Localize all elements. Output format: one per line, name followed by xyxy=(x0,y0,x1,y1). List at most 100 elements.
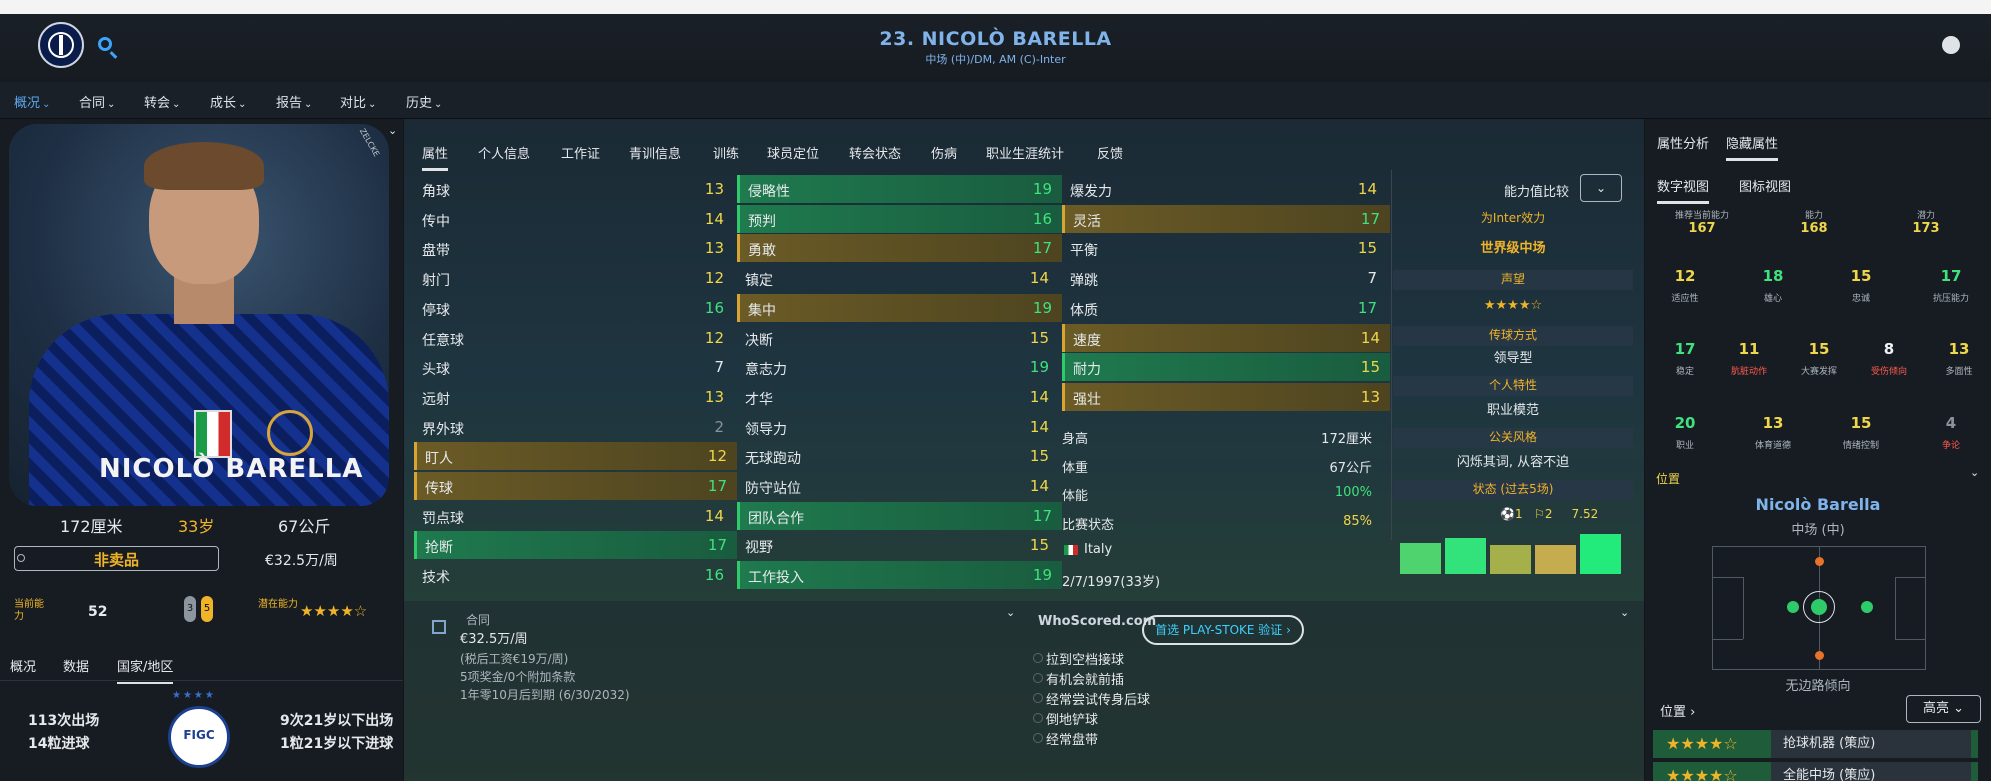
attribute-row: 头球 7 xyxy=(414,353,734,381)
help-icon[interactable] xyxy=(1942,36,1960,54)
photo-tag: ZELCKE xyxy=(357,126,382,159)
attribute-value: 13 xyxy=(704,239,724,258)
attribute-name: 侵略性 xyxy=(748,184,790,200)
position-dot xyxy=(1787,601,1799,613)
tab-icon-view[interactable]: 图标视图 xyxy=(1739,176,1791,195)
attribute-row: 耐力 15 xyxy=(1062,353,1390,382)
chevron-down-icon[interactable]: ⌄ xyxy=(388,124,397,137)
inter-badge-icon xyxy=(267,410,313,456)
pill-a: 3 xyxy=(184,596,196,622)
trait-item: 拉到空档接球 xyxy=(1032,649,1124,668)
hidden-attribute: 15 忠诚 xyxy=(1830,267,1892,304)
ability-value: 168 xyxy=(1800,221,1828,236)
attribute-name: 无球跑动 xyxy=(745,451,801,468)
reputation-stars: ★★★★☆ xyxy=(1483,298,1543,313)
attribute-value: 15 xyxy=(1029,328,1049,347)
chevron-down-icon[interactable]: ⌄ xyxy=(1006,606,1015,619)
chevron-down-icon[interactable]: ⌄ xyxy=(1970,466,1979,479)
tab-1[interactable]: 个人信息 xyxy=(478,143,530,162)
attribute-name: 勇敢 xyxy=(748,243,776,260)
tab-5[interactable]: 球员定位 xyxy=(767,143,819,162)
attribute-row: 预判 16 xyxy=(737,204,1062,233)
tab-0[interactable]: 属性 xyxy=(422,143,449,171)
tab-stats[interactable]: 数据 xyxy=(63,656,89,675)
tab-nation[interactable]: 国家/地区 xyxy=(117,656,174,684)
attribute-row: 远射 13 xyxy=(414,383,734,411)
attribute-name: 决断 xyxy=(745,332,773,349)
menu-history[interactable]: 历史 ⌄ xyxy=(406,92,442,111)
compare-dropdown[interactable]: ⌄ xyxy=(1580,174,1622,202)
attribute-name: 团队合作 xyxy=(748,510,804,527)
menu-development[interactable]: 成长 ⌄ xyxy=(210,92,246,111)
hidden-attribute-label: 争论 xyxy=(1941,441,1960,451)
potential-stars: ★★★★☆ xyxy=(300,602,368,620)
attribute-value: 17 xyxy=(1032,506,1052,525)
transfer-status-box[interactable]: 非卖品 xyxy=(14,546,219,571)
attribute-row: 传中 14 xyxy=(414,205,734,233)
role-row[interactable]: ★★★★☆ 全能中场 (策应) xyxy=(1653,762,1978,781)
chevron-down-icon[interactable]: ⌄ xyxy=(1620,606,1629,619)
tab-overview[interactable]: 概况 xyxy=(10,656,36,675)
u21-caps-label: 9次21岁以下出场 xyxy=(280,713,394,729)
attribute-value: 19 xyxy=(1032,298,1052,317)
hidden-attribute-value: 15 xyxy=(1850,414,1872,432)
attribute-name: 射门 xyxy=(422,273,450,290)
form-chart xyxy=(1400,528,1625,574)
tab-9[interactable]: 反馈 xyxy=(1097,143,1123,162)
menu-reports[interactable]: 报告 ⌄ xyxy=(276,92,312,111)
hidden-attribute-label: 雄心 xyxy=(1763,294,1782,304)
menu-overview[interactable]: 概况 ⌄ xyxy=(14,92,50,111)
chevron-down-icon: ⌄ xyxy=(434,99,443,110)
ability-stat: 推荐当前能力 167 xyxy=(1656,208,1748,236)
highlight-dropdown[interactable]: 高亮 ⌄ xyxy=(1906,695,1981,723)
tab-3[interactable]: 青训信息 xyxy=(629,143,681,162)
attribute-row: 弹跳 7 xyxy=(1062,264,1387,292)
attribute-value: 14 xyxy=(1029,417,1049,436)
attribute-value: 12 xyxy=(704,328,724,347)
attribute-row: 镇定 14 xyxy=(737,264,1059,292)
attribute-value: 13 xyxy=(704,387,724,406)
hidden-attribute-value: 13 xyxy=(1948,340,1970,358)
hidden-attribute-label: 抗压能力 xyxy=(1932,294,1969,304)
hidden-attribute-value: 20 xyxy=(1674,414,1696,432)
tab-attribute-analysis[interactable]: 属性分析 xyxy=(1657,133,1709,152)
tab-4[interactable]: 训练 xyxy=(713,143,739,162)
attribute-row: 射门 12 xyxy=(414,264,734,292)
personality-label: 个人特性 xyxy=(1393,376,1633,396)
menu-transfer[interactable]: 转会 ⌄ xyxy=(144,92,180,111)
attribute-name: 才华 xyxy=(745,391,773,408)
passing-label: 传球方式 xyxy=(1393,326,1633,346)
attribute-name: 镇定 xyxy=(745,273,773,290)
attribute-name: 抢断 xyxy=(425,540,453,557)
hidden-attribute-value: 15 xyxy=(1808,340,1830,358)
position-player-name: Nicolò Barella xyxy=(1755,495,1881,514)
attribute-row: 技术 16 xyxy=(414,561,734,589)
role-row[interactable]: ★★★★☆ 抢球机器 (策应) xyxy=(1653,730,1978,758)
positions-link[interactable]: 位置 › xyxy=(1660,701,1695,720)
hidden-attribute: 15 情绪控制 xyxy=(1830,414,1892,451)
tab-7[interactable]: 伤病 xyxy=(931,143,957,162)
menu-contract[interactable]: 合同 ⌄ xyxy=(79,92,115,111)
attribute-row: 集中 19 xyxy=(737,293,1062,322)
attribute-name: 停球 xyxy=(422,302,450,319)
body-info-row: 比赛状态 85% xyxy=(1062,508,1372,536)
passing-value: 领导型 xyxy=(1493,351,1533,366)
goals-label: 14粒进球 xyxy=(28,736,90,752)
tab-6[interactable]: 转会状态 xyxy=(849,143,901,162)
play-stoke-button[interactable]: 首选 PLAY-STOKE 验证 › xyxy=(1142,615,1304,645)
tab-hidden-attributes[interactable]: 隐藏属性 xyxy=(1726,133,1779,161)
attribute-name: 灵活 xyxy=(1073,213,1101,230)
tab-number-view[interactable]: 数字视图 xyxy=(1657,176,1710,204)
menu-compare[interactable]: 对比 ⌄ xyxy=(340,92,376,111)
hidden-attribute: 20 职业 xyxy=(1654,414,1716,451)
tab-8[interactable]: 职业生涯统计 xyxy=(986,143,1064,162)
tab-2[interactable]: 工作证 xyxy=(561,143,600,162)
contract-icon xyxy=(432,620,446,634)
ability-label: 潜力 xyxy=(1916,211,1935,221)
attribute-name: 视野 xyxy=(745,540,773,557)
attribute-name: 头球 xyxy=(422,362,450,379)
attribute-value: 15 xyxy=(1360,358,1380,377)
compare-label: 能力值比较 xyxy=(1504,185,1570,200)
pitch-diagram xyxy=(1712,546,1926,670)
attribute-row: 强壮 13 xyxy=(1062,382,1390,411)
